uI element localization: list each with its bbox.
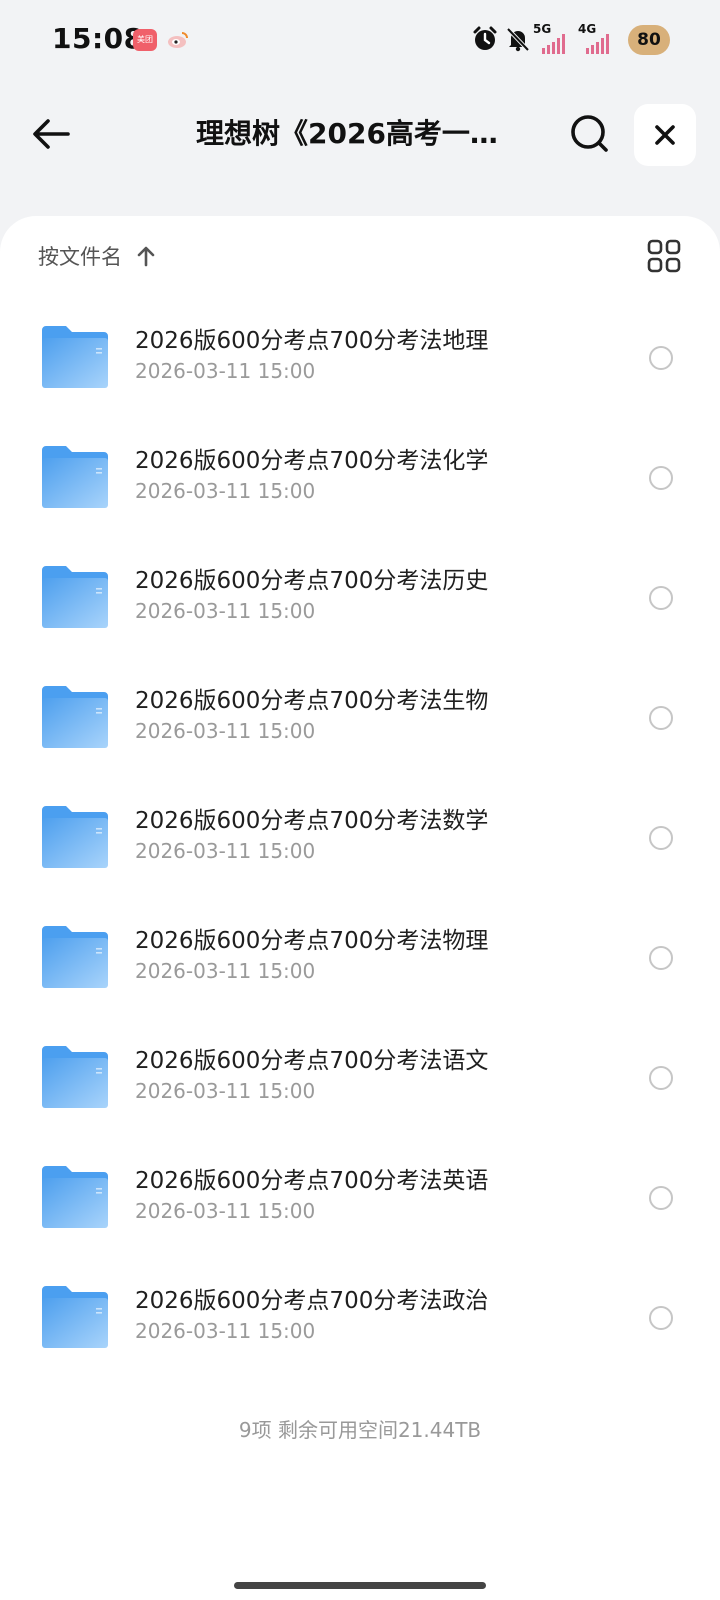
file-name: 2026版600分考点700分考法历史 <box>135 568 489 594</box>
list-item[interactable]: 2026版600分考点700分考法地理 2026-03-11 15:00 <box>0 296 720 416</box>
file-name: 2026版600分考点700分考法政治 <box>135 1288 489 1314</box>
file-name: 2026版600分考点700分考法英语 <box>135 1168 489 1194</box>
search-button[interactable] <box>566 110 614 158</box>
file-date: 2026-03-11 15:00 <box>135 599 316 623</box>
back-arrow-icon <box>33 119 70 149</box>
select-radio[interactable] <box>649 1066 673 1090</box>
folder-icon <box>42 1286 108 1348</box>
grid-view-button[interactable] <box>646 238 682 274</box>
header-bar: 理想树《2026高考一… <box>0 96 720 176</box>
folder-icon <box>42 686 108 748</box>
grid-view-icon <box>647 239 681 273</box>
storage-summary: 9项 剩余可用空间21.44TB <box>238 1418 482 1442</box>
back-button[interactable] <box>26 108 78 160</box>
signal-bars-icon <box>584 32 610 56</box>
folder-icon <box>42 806 108 868</box>
folder-icon <box>42 326 108 388</box>
file-name: 2026版600分考点700分考法物理 <box>135 928 489 954</box>
folder-icon <box>42 446 108 508</box>
file-date: 2026-03-11 15:00 <box>135 1319 316 1343</box>
file-name: 2026版600分考点700分考法化学 <box>135 448 489 474</box>
alarm-icon <box>470 24 500 54</box>
signal-bars-icon <box>540 32 566 56</box>
select-radio[interactable] <box>649 1306 673 1330</box>
close-button[interactable] <box>634 104 696 166</box>
file-date: 2026-03-11 15:00 <box>135 479 316 503</box>
sort-ascending-icon <box>137 246 155 267</box>
list-item[interactable]: 2026版600分考点700分考法历史 2026-03-11 15:00 <box>0 536 720 656</box>
muted-bell-icon <box>503 24 533 54</box>
select-radio[interactable] <box>649 706 673 730</box>
folder-icon <box>42 566 108 628</box>
list-item[interactable]: 2026版600分考点700分考法生物 2026-03-11 15:00 <box>0 656 720 776</box>
status-bar: 15:08 美团 5G 4G 80 <box>0 0 720 80</box>
file-list: 2026版600分考点700分考法地理 2026-03-11 15:00 202… <box>0 296 720 1376</box>
list-item[interactable]: 2026版600分考点700分考法化学 2026-03-11 15:00 <box>0 416 720 536</box>
file-date: 2026-03-11 15:00 <box>135 1079 316 1103</box>
list-item[interactable]: 2026版600分考点700分考法政治 2026-03-11 15:00 <box>0 1256 720 1376</box>
list-item[interactable]: 2026版600分考点700分考法数学 2026-03-11 15:00 <box>0 776 720 896</box>
select-radio[interactable] <box>649 346 673 370</box>
select-radio[interactable] <box>649 1186 673 1210</box>
weibo-app-icon <box>166 29 190 51</box>
status-time: 15:08 <box>52 22 144 55</box>
file-date: 2026-03-11 15:00 <box>135 1199 316 1223</box>
select-radio[interactable] <box>649 586 673 610</box>
sort-control[interactable]: 按文件名 <box>38 236 158 276</box>
select-radio[interactable] <box>649 826 673 850</box>
file-name: 2026版600分考点700分考法生物 <box>135 688 489 714</box>
file-name: 2026版600分考点700分考法地理 <box>135 328 489 354</box>
list-item[interactable]: 2026版600分考点700分考法语文 2026-03-11 15:00 <box>0 1016 720 1136</box>
sort-label: 按文件名 <box>38 245 122 269</box>
battery-indicator: 80 <box>628 25 670 55</box>
file-list-panel: 按文件名 2026版600分考点700分考法地理 2026-03-11 15:0… <box>0 216 720 1600</box>
file-name: 2026版600分考点700分考法数学 <box>135 808 489 834</box>
meituan-app-icon: 美团 <box>133 29 157 51</box>
select-radio[interactable] <box>649 466 673 490</box>
page-title: 理想树《2026高考一… <box>196 117 498 150</box>
folder-icon <box>42 926 108 988</box>
search-icon <box>571 115 608 152</box>
close-icon <box>655 125 675 145</box>
list-item[interactable]: 2026版600分考点700分考法物理 2026-03-11 15:00 <box>0 896 720 1016</box>
select-radio[interactable] <box>649 946 673 970</box>
file-date: 2026-03-11 15:00 <box>135 359 316 383</box>
file-date: 2026-03-11 15:00 <box>135 959 316 983</box>
file-date: 2026-03-11 15:00 <box>135 719 316 743</box>
file-date: 2026-03-11 15:00 <box>135 839 316 863</box>
home-indicator[interactable] <box>234 1582 486 1589</box>
file-manager-screen: 15:08 美团 5G 4G 80 理想树《2026高考一… 按文件名 2026… <box>0 0 720 1600</box>
folder-icon <box>42 1166 108 1228</box>
file-name: 2026版600分考点700分考法语文 <box>135 1048 489 1074</box>
list-item[interactable]: 2026版600分考点700分考法英语 2026-03-11 15:00 <box>0 1136 720 1256</box>
folder-icon <box>42 1046 108 1108</box>
